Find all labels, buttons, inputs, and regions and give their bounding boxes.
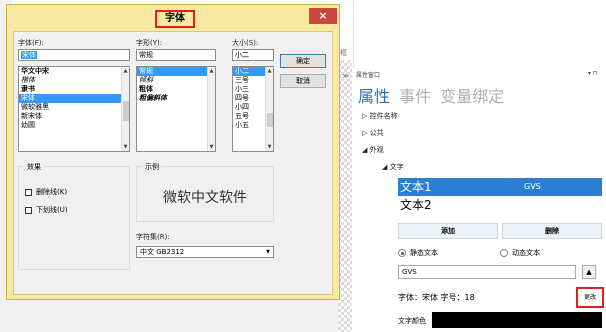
panel-title: 属性窗口 [356,72,381,79]
list-item[interactable]: 华文中宋 [19,67,129,76]
tree-item-public[interactable]: ▷ 公共 [362,128,384,138]
tree-item-appearance[interactable]: ◢ 外观 [362,145,384,155]
strikethrough-label: 删除线(K) [36,188,68,196]
list-item[interactable]: 文本1 GVS [398,178,602,196]
scroll-thumb[interactable] [267,113,273,127]
scroll-up-icon[interactable]: ▲ [266,67,273,75]
scroll-down-icon[interactable]: ▼ [208,143,215,151]
effects-group: 效果 删除线(K) 下划线(U) [18,162,130,270]
sample-group: 示例 微软中文软件 [136,162,274,222]
tree-item-control-name[interactable]: ▷ 控件名称 [362,111,398,121]
list-item[interactable]: 隶书 [19,85,129,94]
size-input[interactable]: 小二 [232,49,274,61]
style-list-scrollbar[interactable]: ▲ ▼ [207,67,215,151]
variable-input[interactable]: GVS [398,265,576,279]
size-list[interactable]: 小二 三号 小三 四号 小四 五号 小五 ▲ ▼ [232,66,274,152]
charset-value: 中文 GB2312 [140,248,185,256]
effects-title: 效果 [25,162,43,172]
checkbox-icon [25,188,32,196]
list-item[interactable]: 粗体 [137,85,215,94]
add-button[interactable]: 添加 [398,223,498,239]
side-char: 框 [340,49,347,57]
change-font-button[interactable]: 更改 [576,287,604,308]
list-item[interactable]: 常规 [137,67,215,76]
ok-button[interactable]: 确定 [280,54,326,68]
scroll-up-icon[interactable]: ▲ [208,67,215,75]
panel-header: 属性窗口 ▾ ⊓ [352,68,606,80]
scroll-thumb[interactable] [123,101,129,121]
pin-icon[interactable]: ▾ ⊓ [588,70,598,77]
list-item-label: 文本2 [400,198,432,212]
list-item[interactable]: 宋体 [19,94,129,103]
underline-checkbox[interactable]: 下划线(U) [25,205,68,215]
style-input[interactable]: 常规 [136,49,216,61]
charset-label: 字符集(R): [136,233,170,241]
sample-title: 示例 [143,162,161,172]
strikethrough-checkbox[interactable]: 删除线(K) [25,187,67,197]
dynamic-text-label: 动态文本 [512,249,540,257]
scroll-down-icon[interactable]: ▼ [122,143,129,151]
tab-events[interactable]: 事件 [399,83,431,107]
text-color-swatch[interactable] [432,312,602,328]
font-list[interactable]: 华文中宋 楷体 隶书 宋体 微软雅黑 新宋体 幼圆 ▲ ▼ [18,66,130,152]
dynamic-text-radio[interactable]: 动态文本 [500,248,540,258]
dialog-title: 字体 [155,10,195,28]
panel-tabs: 属性 事件 变量绑定 [358,83,508,107]
list-item[interactable]: 倾斜 [137,76,215,85]
style-label: 字形(Y): [136,39,163,47]
property-panel: 属性窗口 ▾ ⊓ 属性 事件 变量绑定 ▷ 控件名称 ▷ 公共 ◢ 外观 ◢ 文… [352,68,606,332]
list-item[interactable]: 楷体 [19,76,129,85]
list-item[interactable]: 微软雅黑 [19,103,129,112]
dialog-body: 字体(F): 宋体 华文中宋 楷体 隶书 宋体 微软雅黑 新宋体 幼圆 ▲ ▼ … [13,31,333,295]
font-list-scrollbar[interactable]: ▲ ▼ [121,67,129,151]
font-input-value: 宋体 [21,51,37,59]
style-list[interactable]: 常规 倾斜 粗体 粗偏斜体 ▲ ▼ [136,66,216,152]
canvas-checker [338,60,352,332]
background-bottom [0,300,340,332]
text-color-label: 文字颜色 [398,317,426,325]
charset-select[interactable]: 中文 GB2312 ▼ [136,246,274,258]
radio-icon [500,249,508,257]
static-text-label: 静态文本 [410,249,438,257]
scroll-down-icon[interactable]: ▼ [266,143,273,151]
list-item[interactable]: 幼圆 [19,121,129,130]
size-label: 大小(S): [232,39,259,47]
font-label: 字体(F): [18,39,44,47]
sample-preview: 微软中文软件 [163,190,247,206]
cancel-button[interactable]: 取消 [280,74,326,88]
checkbox-icon [25,206,32,214]
dialog-title-bar[interactable]: 字体 × [7,5,339,31]
delete-button[interactable]: 删除 [502,223,602,239]
size-list-scrollbar[interactable]: ▲ ▼ [265,67,273,151]
list-item[interactable]: 新宋体 [19,112,129,121]
list-item[interactable]: 文本2 [398,196,602,214]
list-item-extra: GVS [524,182,541,191]
static-text-radio[interactable]: 静态文本 [398,248,438,258]
tab-properties[interactable]: 属性 [358,83,390,107]
radio-selected-icon [398,249,406,257]
font-input[interactable]: 宋体 [18,49,130,61]
close-button[interactable]: × [309,8,337,24]
scroll-up-icon[interactable]: ▲ [122,67,129,75]
list-item[interactable]: 粗偏斜体 [137,94,215,103]
up-arrow-icon[interactable]: ▲ [582,265,596,279]
font-info: 字体：宋体 字号：18 [398,293,475,302]
underline-label: 下划线(U) [36,206,68,214]
list-item-label: 文本1 [400,180,432,194]
chevron-down-icon[interactable]: ▼ [264,248,272,256]
tab-variable-binding[interactable]: 变量绑定 [440,83,504,107]
side-collapse-icon[interactable]: ≫ [342,72,349,80]
font-dialog: 字体 × 字体(F): 宋体 华文中宋 楷体 隶书 宋体 微软雅黑 新宋体 幼圆… [6,4,340,300]
tree-item-text[interactable]: ◢ 文字 [382,162,404,172]
